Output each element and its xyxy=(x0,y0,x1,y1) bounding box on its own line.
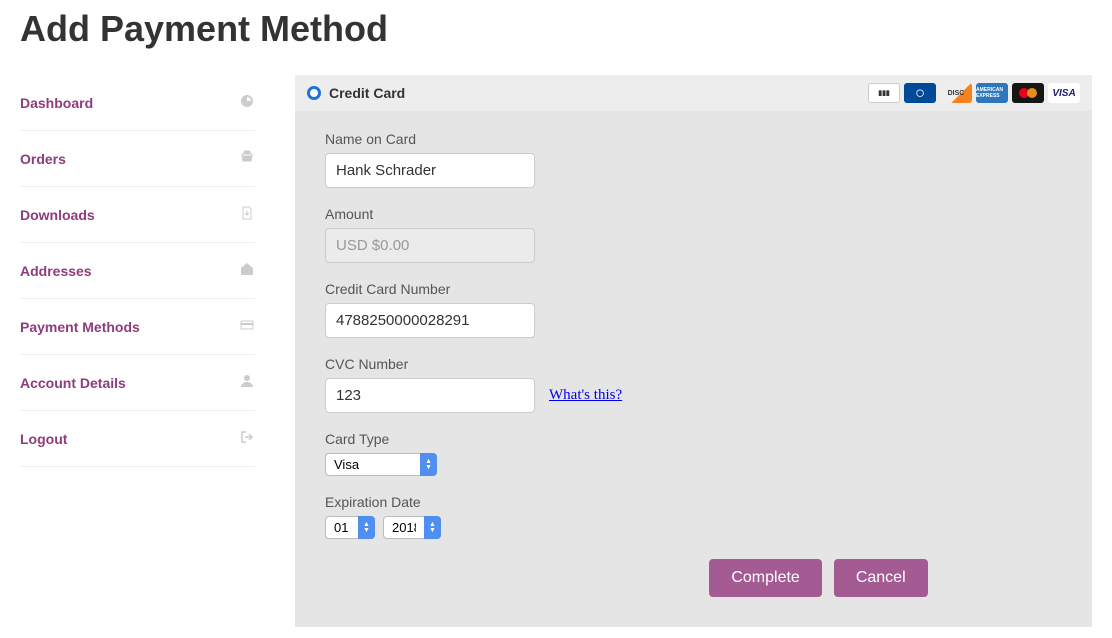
account-details-icon xyxy=(239,373,255,392)
account-sidebar: Dashboard Orders Downloads Addresses Pay… xyxy=(20,75,255,627)
payment-methods-icon xyxy=(239,317,255,336)
name-on-card-label: Name on Card xyxy=(325,131,1062,147)
sidebar-item-label: Dashboard xyxy=(20,95,93,111)
complete-button[interactable]: Complete xyxy=(709,559,821,597)
sidebar-item-orders[interactable]: Orders xyxy=(20,131,255,187)
orders-icon xyxy=(239,149,255,168)
card-brands: ▮▮▮ ◯ DISC AMERICAN EXPRESS VISA xyxy=(868,83,1080,103)
cancel-button[interactable]: Cancel xyxy=(834,559,928,597)
downloads-icon xyxy=(239,205,255,224)
card-type-label: Card Type xyxy=(325,431,1062,447)
mastercard-icon xyxy=(1012,83,1044,103)
name-on-card-input[interactable] xyxy=(325,153,535,188)
cc-number-label: Credit Card Number xyxy=(325,281,1062,297)
cvc-help-link[interactable]: What's this? xyxy=(549,387,622,404)
sidebar-item-label: Account Details xyxy=(20,375,126,391)
addresses-icon xyxy=(239,261,255,280)
sidebar-item-logout[interactable]: Logout xyxy=(20,411,255,467)
diners-icon: ◯ xyxy=(904,83,936,103)
amount-label: Amount xyxy=(325,206,1062,222)
sidebar-item-label: Orders xyxy=(20,151,66,167)
cc-number-input[interactable] xyxy=(325,303,535,338)
sidebar-item-account-details[interactable]: Account Details xyxy=(20,355,255,411)
sidebar-item-payment-methods[interactable]: Payment Methods xyxy=(20,299,255,355)
sidebar-item-label: Logout xyxy=(20,431,67,447)
page-title: Add Payment Method xyxy=(20,8,1092,50)
credit-card-radio[interactable] xyxy=(307,86,321,100)
sidebar-item-label: Addresses xyxy=(20,263,92,279)
credit-card-label: Credit Card xyxy=(329,85,405,101)
sidebar-item-addresses[interactable]: Addresses xyxy=(20,243,255,299)
sidebar-item-label: Downloads xyxy=(20,207,95,223)
amex-icon: AMERICAN EXPRESS xyxy=(976,83,1008,103)
sidebar-item-downloads[interactable]: Downloads xyxy=(20,187,255,243)
cvc-label: CVC Number xyxy=(325,356,1062,372)
credit-card-header: Credit Card ▮▮▮ ◯ DISC AMERICAN EXPRESS … xyxy=(295,75,1092,111)
card-type-select[interactable]: Visa xyxy=(325,453,437,476)
cvc-input[interactable] xyxy=(325,378,535,413)
sidebar-item-label: Payment Methods xyxy=(20,319,140,335)
amount-input xyxy=(325,228,535,263)
expiry-year-select[interactable]: 2018 xyxy=(383,516,441,539)
logout-icon xyxy=(239,429,255,448)
payment-form-panel: Credit Card ▮▮▮ ◯ DISC AMERICAN EXPRESS … xyxy=(295,75,1092,627)
discover-icon: DISC xyxy=(940,83,972,103)
expiration-date-label: Expiration Date xyxy=(325,494,1062,510)
dashboard-icon xyxy=(239,93,255,112)
expiry-month-select[interactable]: 01 xyxy=(325,516,375,539)
visa-icon: VISA xyxy=(1048,83,1080,103)
jcb-icon: ▮▮▮ xyxy=(868,83,900,103)
sidebar-item-dashboard[interactable]: Dashboard xyxy=(20,75,255,131)
credit-card-form: Name on Card Amount Credit Card Number C… xyxy=(295,111,1092,627)
